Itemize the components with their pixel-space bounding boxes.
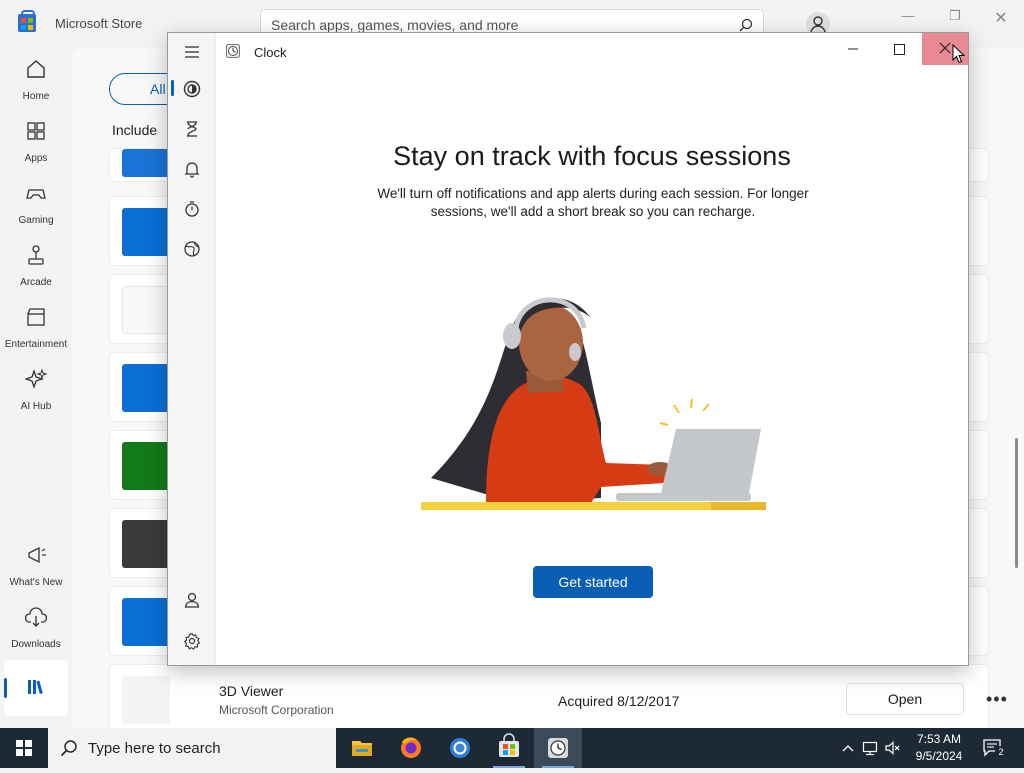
library-row-3d-viewer[interactable]: 3D Viewer Microsoft Corporation Acquired… <box>109 664 1007 734</box>
taskbar-search-placeholder: Type here to search <box>88 740 221 757</box>
library-icon <box>28 680 43 695</box>
app-publisher: Microsoft Corporation <box>219 703 334 717</box>
store-scrollbar[interactable] <box>1015 438 1018 568</box>
chevron-up-icon[interactable] <box>840 740 856 756</box>
sparkle-icon <box>23 368 48 390</box>
mouse-cursor-icon <box>952 44 966 64</box>
clock-sidebar <box>168 33 216 665</box>
clock-maximize-button[interactable] <box>876 33 922 65</box>
library-selected-indicator <box>4 678 7 698</box>
taskbar-firefox[interactable] <box>387 728 435 768</box>
file-explorer-icon <box>352 741 372 756</box>
megaphone-icon <box>28 546 46 564</box>
filter-include-label[interactable]: Include <box>112 122 157 138</box>
focus-icon[interactable] <box>183 80 201 98</box>
app-tile-icon <box>122 598 170 646</box>
focus-sessions-heading: Stay on track with focus sessions <box>393 141 791 171</box>
store-minimize-button[interactable]: — <box>893 8 923 28</box>
maximize-icon <box>894 44 905 55</box>
account-icon[interactable] <box>183 591 201 609</box>
nav-entertainment[interactable]: Entertainment <box>0 306 72 362</box>
app-tile-icon <box>122 149 170 177</box>
more-options-button[interactable]: ••• <box>986 689 1008 710</box>
app-tile-icon <box>122 364 170 412</box>
taskbar-search-box[interactable]: Type here to search <box>48 728 336 768</box>
nav-apps[interactable]: Apps <box>0 120 72 176</box>
network-icon[interactable] <box>862 740 878 756</box>
clock-minimize-button[interactable] <box>830 33 876 65</box>
windows-logo-icon <box>16 740 32 756</box>
download-cloud-icon <box>24 607 48 627</box>
nav-ai-hub[interactable]: AI Hub <box>0 368 72 424</box>
taskbar-clock-display[interactable]: 7:53 AM 9/5/2024 <box>900 731 978 765</box>
nav-gaming-label: Gaming <box>18 215 54 226</box>
app-tile-icon <box>122 442 170 490</box>
joystick-icon <box>28 245 44 265</box>
stopwatch-icon[interactable] <box>183 200 201 218</box>
nav-apps-label: Apps <box>24 153 48 164</box>
3d-viewer-icon <box>122 676 170 724</box>
clock-nav-selected-indicator <box>171 80 174 96</box>
clock-icon <box>548 738 568 758</box>
store-sidebar: Home Apps Gaming Arcade Entertainment AI… <box>0 48 72 728</box>
clock-titlebar: Clock <box>168 33 968 69</box>
clock-window-title: Clock <box>254 45 287 60</box>
taskbar-chrome[interactable] <box>436 728 484 768</box>
app-tile-icon <box>122 208 170 256</box>
nav-home[interactable]: Home <box>0 58 72 114</box>
nav-downloads[interactable]: Downloads <box>0 606 72 662</box>
nav-downloads-label: Downloads <box>11 639 61 650</box>
start-button[interactable] <box>0 728 48 768</box>
taskbar-clock[interactable] <box>534 728 582 768</box>
nav-gaming[interactable]: Gaming <box>0 182 72 238</box>
volume-muted-icon[interactable] <box>884 740 900 756</box>
search-icon[interactable] <box>739 18 753 32</box>
taskbar-file-explorer[interactable] <box>338 728 386 768</box>
nav-whats-new[interactable]: What's New <box>0 544 72 600</box>
store-close-button[interactable]: ✕ <box>986 8 1016 28</box>
bell-icon[interactable] <box>183 160 201 178</box>
app-name: 3D Viewer <box>219 683 284 699</box>
store-restore-button[interactable]: ❐ <box>940 8 970 28</box>
globe-icon[interactable] <box>183 240 201 258</box>
taskbar-time: 7:53 AM <box>916 732 962 746</box>
nav-home-label: Home <box>22 91 50 102</box>
clock-window: Clock Stay on track with focus sessions … <box>167 32 969 666</box>
store-title: Microsoft Store <box>55 16 143 31</box>
open-button[interactable]: Open <box>846 683 964 715</box>
app-acquired-date: Acquired 8/12/2017 <box>558 693 680 709</box>
taskbar-date: 9/5/2024 <box>915 749 963 763</box>
gamepad-icon <box>26 189 46 199</box>
focus-illustration <box>421 297 766 510</box>
nav-library[interactable] <box>4 660 68 716</box>
taskbar-microsoft-store[interactable] <box>485 728 533 768</box>
notification-count-badge: 2 <box>995 746 1007 758</box>
nav-whats-new-label: What's New <box>9 577 63 588</box>
store-search-placeholder: Search apps, games, movies, and more <box>271 17 519 33</box>
app-tile-icon <box>122 520 170 568</box>
minimize-icon <box>848 48 858 50</box>
nav-arcade[interactable]: Arcade <box>0 244 72 300</box>
taskbar: Type here to search 7:53 AM 9/5/2024 2 <box>0 728 1024 768</box>
nav-entertainment-label: Entertainment <box>4 339 68 350</box>
search-icon <box>60 740 77 757</box>
clock-app-icon <box>226 44 240 58</box>
nav-ai-hub-label: AI Hub <box>20 401 52 412</box>
nav-arcade-label: Arcade <box>20 277 52 288</box>
microsoft-store-icon <box>499 733 519 757</box>
settings-icon[interactable] <box>183 632 201 650</box>
chrome-icon <box>450 738 470 758</box>
apps-icon <box>27 122 45 140</box>
store-logo-icon <box>18 10 36 32</box>
focus-sessions-description: We'll turn off notifications and app ale… <box>377 186 809 219</box>
clapperboard-icon <box>27 308 45 326</box>
hourglass-icon[interactable] <box>183 120 201 138</box>
home-icon <box>27 60 45 78</box>
get-started-button[interactable]: Get started <box>533 566 653 598</box>
notification-center-button[interactable]: 2 <box>982 738 1007 758</box>
app-tile-icon <box>122 286 170 334</box>
firefox-icon <box>401 737 421 758</box>
